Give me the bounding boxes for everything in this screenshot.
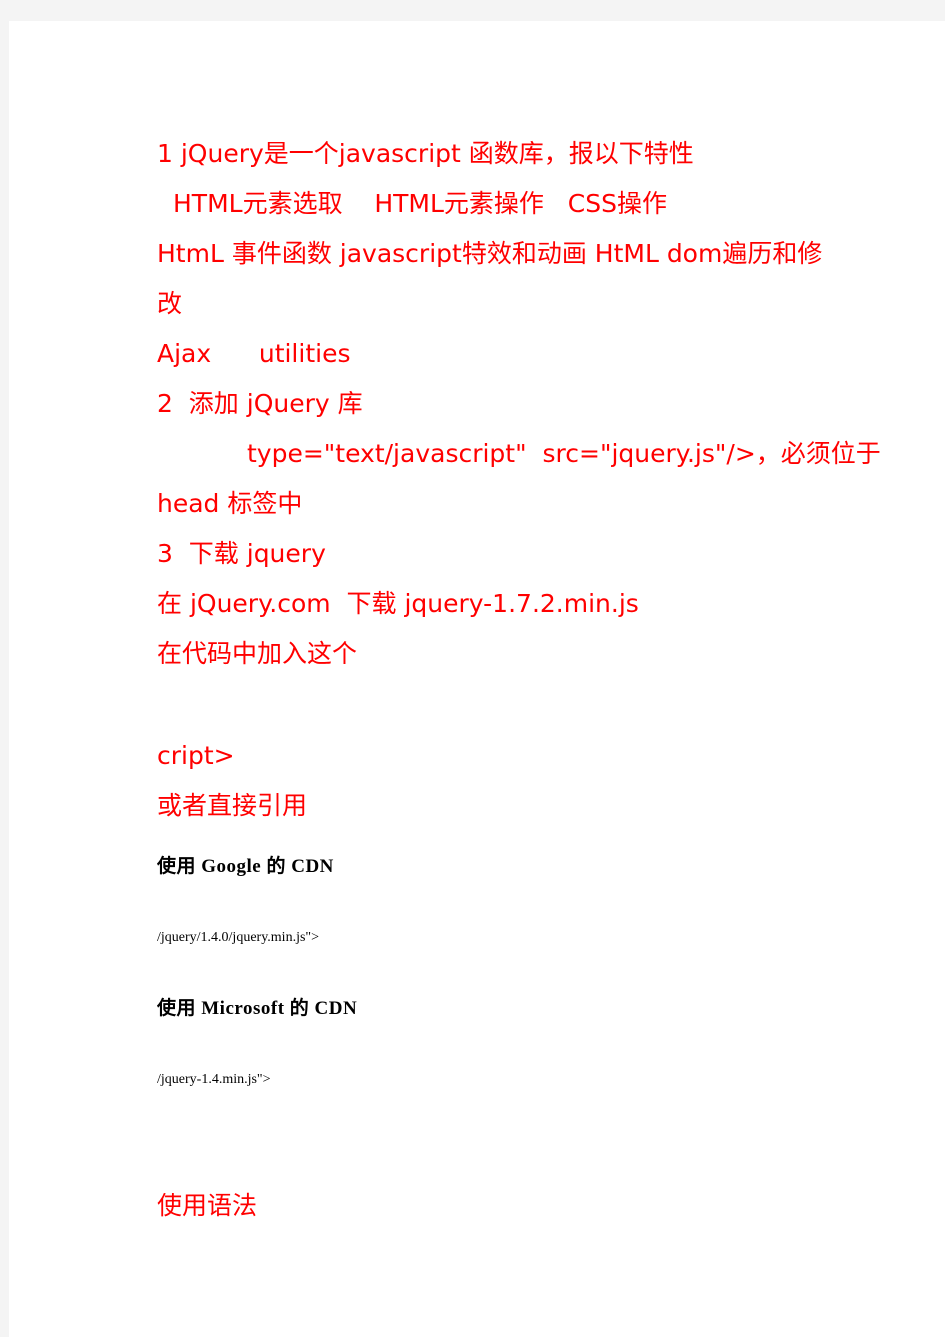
text-line-feature-list-3: Ajax utilities [157, 339, 351, 368]
text-line-section-usage-syntax: 使用语法 [157, 1191, 258, 1220]
heading-microsoft-cdn: 使用 Microsoft 的 CDN [157, 998, 358, 1019]
text-line-script-tag-note: head 标签中 [157, 489, 303, 518]
text-line-feature-list-2-wrap: 改 [157, 289, 183, 318]
text-line-script-close-fragment: cript> [157, 741, 235, 770]
blank-line-gap-7 [157, 1147, 897, 1181]
code-fragment-microsoft-cdn-url: /jquery-1.4.min.js"> [157, 1072, 271, 1087]
text-line-section-add-library: 2 添加 jQuery 库 [157, 389, 363, 418]
blank-line-gap-5 [157, 1031, 897, 1065]
page-margin-band-top [0, 0, 945, 21]
text-line-feature-intro: 1 jQuery是一个javascript 函数库，报以下特性 [157, 139, 694, 168]
text-line-or-direct-reference: 或者直接引用 [157, 791, 308, 820]
blank-line-gap-4 [157, 953, 897, 987]
blank-line-gap-2 [157, 831, 897, 845]
blank-line-gap-3 [157, 889, 897, 923]
code-fragment-google-cdn-url: /jquery/1.4.0/jquery.min.js"> [157, 930, 320, 945]
text-line-section-download: 3 下载 jquery [157, 539, 326, 568]
text-line-download-source: 在 jQuery.com 下载 jquery-1.7.2.min.js [157, 589, 639, 618]
text-line-add-to-code: 在代码中加入这个 [157, 639, 358, 668]
page-margin-band-left [0, 0, 9, 1337]
heading-google-cdn: 使用 Google 的 CDN [157, 856, 334, 877]
document-page: 1 jQuery是一个javascript 函数库，报以下特性 HTML元素选取… [9, 21, 945, 1337]
document-text-body: 1 jQuery是一个javascript 函数库，报以下特性 HTML元素选取… [157, 129, 897, 1231]
blank-line-gap-1 [157, 679, 897, 731]
text-line-script-tag-snippet: type="text/javascript" src="jquery.js"/>… [247, 439, 881, 468]
blank-line-gap-6 [157, 1095, 897, 1147]
text-line-feature-list-2: HtmL 事件函数 javascript特效和动画 HtML dom遍历和修 [157, 239, 823, 268]
text-line-feature-list-1: HTML元素选取 HTML元素操作 CSS操作 [173, 189, 667, 218]
